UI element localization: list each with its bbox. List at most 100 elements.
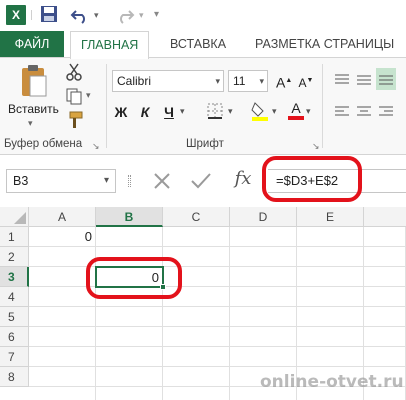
grid-cell[interactable]: [163, 247, 230, 267]
align-left-icon[interactable]: [334, 104, 350, 118]
shrink-font-button[interactable]: A▼: [298, 71, 314, 93]
copy-dropdown-icon[interactable]: ▾: [86, 90, 91, 101]
row-header-7[interactable]: 7: [0, 347, 29, 367]
fill-handle[interactable]: [160, 284, 166, 290]
grid-cell[interactable]: [230, 327, 297, 347]
font-color-dropdown-icon[interactable]: ▾: [306, 106, 311, 117]
grid-cell[interactable]: [96, 327, 163, 347]
grid-cell[interactable]: [29, 247, 96, 267]
grid-cell[interactable]: [230, 287, 297, 307]
grid-cell[interactable]: [163, 267, 230, 287]
grid-cell[interactable]: [163, 287, 230, 307]
grid-cell[interactable]: [29, 367, 96, 387]
grid-cell[interactable]: [96, 287, 163, 307]
grid-cell[interactable]: [230, 307, 297, 327]
undo-icon[interactable]: [70, 5, 90, 25]
grid-cell[interactable]: [364, 247, 406, 267]
tab-file[interactable]: ФАЙЛ: [0, 31, 64, 58]
grid-cell[interactable]: [163, 227, 230, 247]
grid-cell[interactable]: [96, 367, 163, 387]
grid-cell[interactable]: [163, 307, 230, 327]
column-header-next[interactable]: [364, 207, 406, 227]
name-box[interactable]: B3 ▾: [6, 169, 116, 193]
tab-home[interactable]: ГЛАВНАЯ: [70, 31, 150, 59]
grid-cell[interactable]: [163, 367, 230, 387]
row-header-1[interactable]: 1: [0, 227, 29, 247]
grid-cell[interactable]: [163, 327, 230, 347]
grid-cell[interactable]: [297, 307, 364, 327]
copy-icon[interactable]: [64, 86, 84, 106]
font-family-select[interactable]: Calibri ▾: [112, 70, 224, 92]
grid-cell[interactable]: [364, 307, 406, 327]
paste-icon[interactable]: [18, 64, 50, 100]
column-header-d[interactable]: D: [230, 207, 297, 227]
row-header-3[interactable]: 3: [0, 267, 29, 287]
grid-cell[interactable]: [297, 287, 364, 307]
cancel-icon[interactable]: [152, 171, 172, 191]
row-header-8[interactable]: 8: [0, 367, 29, 387]
grid-cell[interactable]: [297, 247, 364, 267]
row-header-5[interactable]: 5: [0, 307, 29, 327]
grid-cell[interactable]: [29, 267, 96, 287]
font-color-button[interactable]: A: [288, 98, 304, 122]
grid-cell[interactable]: [364, 327, 406, 347]
cut-icon[interactable]: [64, 62, 84, 82]
underline-button[interactable]: Ч: [162, 102, 176, 122]
grid-cell[interactable]: [29, 307, 96, 327]
grid-cell[interactable]: [96, 227, 163, 247]
fill-color-icon[interactable]: [250, 100, 270, 122]
tab-insert[interactable]: ВСТАВКА: [160, 31, 236, 58]
grid-cell[interactable]: [96, 347, 163, 367]
grid-cell[interactable]: [96, 387, 163, 400]
grid-cell[interactable]: [364, 287, 406, 307]
grid-cell[interactable]: [297, 347, 364, 367]
font-launcher-icon[interactable]: ↘: [312, 141, 320, 152]
enter-icon[interactable]: [190, 171, 212, 191]
cell-b3[interactable]: 0: [95, 266, 164, 288]
column-header-c[interactable]: C: [163, 207, 230, 227]
grid-cell[interactable]: [29, 287, 96, 307]
clipboard-launcher-icon[interactable]: ↘: [92, 141, 100, 152]
format-painter-icon[interactable]: [64, 110, 84, 130]
grid-cell[interactable]: [297, 227, 364, 247]
align-top-icon[interactable]: [334, 72, 350, 86]
select-all-corner[interactable]: [0, 207, 29, 227]
underline-dropdown-icon[interactable]: ▾: [180, 106, 185, 117]
align-bottom-icon[interactable]: [376, 68, 396, 90]
formula-bar-splitter[interactable]: [128, 175, 131, 187]
undo-dropdown-icon[interactable]: ▾: [94, 5, 104, 25]
grid-cell[interactable]: [364, 227, 406, 247]
tab-page-layout[interactable]: РАЗМЕТКА СТРАНИЦЫ: [245, 31, 404, 58]
paste-button-label[interactable]: Вставить: [8, 102, 59, 116]
insert-function-icon[interactable]: fx: [230, 169, 256, 193]
grid-cell[interactable]: [364, 347, 406, 367]
align-right-icon[interactable]: [378, 104, 394, 118]
fill-color-dropdown-icon[interactable]: ▾: [272, 106, 277, 117]
borders-icon[interactable]: [206, 102, 224, 120]
align-middle-icon[interactable]: [356, 72, 372, 86]
grid-cell[interactable]: [29, 387, 96, 400]
redo-icon[interactable]: [115, 5, 135, 25]
grow-font-button[interactable]: A▲: [276, 71, 292, 93]
italic-button[interactable]: К: [138, 102, 152, 122]
column-header-e[interactable]: E: [297, 207, 364, 227]
paste-dropdown-icon[interactable]: ▾: [28, 118, 33, 129]
column-header-a[interactable]: A: [29, 207, 96, 227]
align-center-icon[interactable]: [356, 104, 372, 118]
grid-cell[interactable]: [297, 267, 364, 287]
grid-cell[interactable]: [230, 247, 297, 267]
redo-dropdown-icon[interactable]: ▾: [139, 5, 149, 25]
grid-cell[interactable]: [96, 307, 163, 327]
customize-toolbar-icon[interactable]: ▾: [154, 5, 166, 25]
grid-cell[interactable]: [29, 347, 96, 367]
borders-dropdown-icon[interactable]: ▾: [228, 106, 233, 117]
row-header-6[interactable]: 6: [0, 327, 29, 347]
row-header-4[interactable]: 4: [0, 287, 29, 307]
grid-cell[interactable]: [364, 267, 406, 287]
bold-button[interactable]: Ж: [114, 102, 128, 122]
grid-cell[interactable]: [230, 227, 297, 247]
save-icon[interactable]: [40, 5, 58, 25]
grid-cell[interactable]: [163, 387, 230, 400]
grid-cell[interactable]: [96, 247, 163, 267]
grid-cell[interactable]: [29, 327, 96, 347]
